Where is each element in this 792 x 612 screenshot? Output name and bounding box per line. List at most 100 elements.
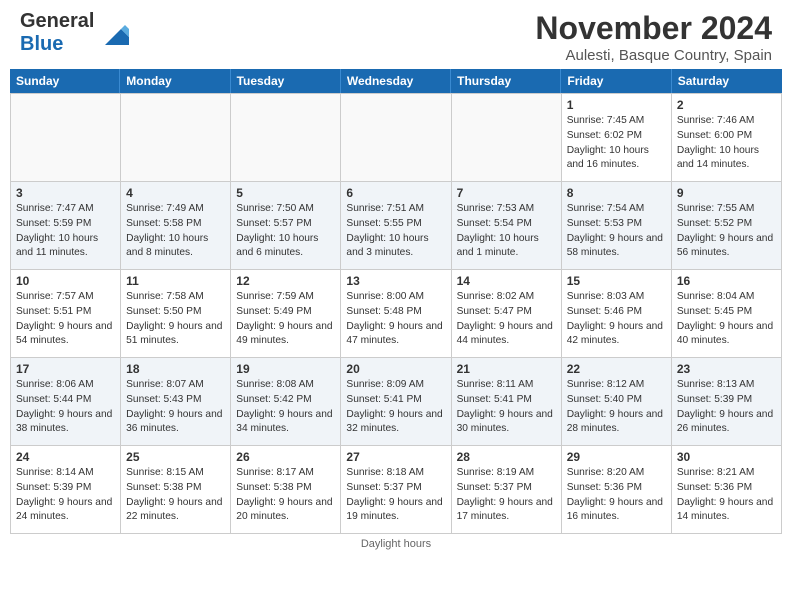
- empty-cell: [452, 94, 562, 182]
- day-cell-29: 29 Sunrise: 8:20 AMSunset: 5:36 PMDaylig…: [562, 446, 672, 534]
- header-sunday: Sunday: [10, 69, 120, 93]
- day-info: Sunrise: 7:49 AMSunset: 5:58 PMDaylight:…: [126, 202, 225, 261]
- day-number: 14: [457, 274, 556, 288]
- logo-blue: Blue: [20, 33, 63, 55]
- day-cell-16: 16 Sunrise: 8:04 AMSunset: 5:45 PMDaylig…: [672, 270, 782, 358]
- day-cell-6: 6 Sunrise: 7:51 AMSunset: 5:55 PMDayligh…: [341, 182, 451, 270]
- day-number: 24: [16, 450, 115, 464]
- empty-cell: [11, 94, 121, 182]
- day-cell-15: 15 Sunrise: 8:03 AMSunset: 5:46 PMDaylig…: [562, 270, 672, 358]
- day-number: 6: [346, 186, 445, 200]
- day-info: Sunrise: 8:11 AMSunset: 5:41 PMDaylight:…: [457, 378, 556, 437]
- empty-cell: [231, 94, 341, 182]
- header-tuesday: Tuesday: [231, 69, 341, 93]
- day-cell-23: 23 Sunrise: 8:13 AMSunset: 5:39 PMDaylig…: [672, 358, 782, 446]
- day-info: Sunrise: 8:19 AMSunset: 5:37 PMDaylight:…: [457, 466, 556, 525]
- day-info: Sunrise: 7:53 AMSunset: 5:54 PMDaylight:…: [457, 202, 556, 261]
- day-cell-17: 17 Sunrise: 8:06 AMSunset: 5:44 PMDaylig…: [11, 358, 121, 446]
- footer: Daylight hours: [0, 538, 792, 550]
- day-cell-21: 21 Sunrise: 8:11 AMSunset: 5:41 PMDaylig…: [452, 358, 562, 446]
- day-info: Sunrise: 8:12 AMSunset: 5:40 PMDaylight:…: [567, 378, 666, 437]
- day-number: 25: [126, 450, 225, 464]
- day-info: Sunrise: 7:58 AMSunset: 5:50 PMDaylight:…: [126, 290, 225, 349]
- day-number: 12: [236, 274, 335, 288]
- day-cell-18: 18 Sunrise: 8:07 AMSunset: 5:43 PMDaylig…: [121, 358, 231, 446]
- day-number: 18: [126, 362, 225, 376]
- calendar-header: Sunday Monday Tuesday Wednesday Thursday…: [10, 69, 782, 93]
- day-info: Sunrise: 7:57 AMSunset: 5:51 PMDaylight:…: [16, 290, 115, 349]
- day-info: Sunrise: 7:46 AMSunset: 6:00 PMDaylight:…: [677, 114, 776, 173]
- day-info: Sunrise: 8:04 AMSunset: 5:45 PMDaylight:…: [677, 290, 776, 349]
- day-info: Sunrise: 8:21 AMSunset: 5:36 PMDaylight:…: [677, 466, 776, 525]
- day-cell-3: 3 Sunrise: 7:47 AMSunset: 5:59 PMDayligh…: [11, 182, 121, 270]
- day-number: 2: [677, 98, 776, 112]
- day-number: 30: [677, 450, 776, 464]
- day-cell-9: 9 Sunrise: 7:55 AMSunset: 5:52 PMDayligh…: [672, 182, 782, 270]
- day-number: 27: [346, 450, 445, 464]
- day-number: 3: [16, 186, 115, 200]
- day-info: Sunrise: 7:54 AMSunset: 5:53 PMDaylight:…: [567, 202, 666, 261]
- day-info: Sunrise: 8:18 AMSunset: 5:37 PMDaylight:…: [346, 466, 445, 525]
- day-info: Sunrise: 8:13 AMSunset: 5:39 PMDaylight:…: [677, 378, 776, 437]
- day-info: Sunrise: 8:02 AMSunset: 5:47 PMDaylight:…: [457, 290, 556, 349]
- day-number: 13: [346, 274, 445, 288]
- day-number: 23: [677, 362, 776, 376]
- logo-general: General: [20, 10, 94, 32]
- day-number: 11: [126, 274, 225, 288]
- week-row-5: 24 Sunrise: 8:14 AMSunset: 5:39 PMDaylig…: [11, 446, 782, 534]
- header-friday: Friday: [561, 69, 671, 93]
- day-number: 21: [457, 362, 556, 376]
- day-info: Sunrise: 7:45 AMSunset: 6:02 PMDaylight:…: [567, 114, 666, 173]
- day-number: 29: [567, 450, 666, 464]
- month-title: November 2024: [535, 10, 772, 47]
- day-cell-12: 12 Sunrise: 7:59 AMSunset: 5:49 PMDaylig…: [231, 270, 341, 358]
- day-cell-10: 10 Sunrise: 7:57 AMSunset: 5:51 PMDaylig…: [11, 270, 121, 358]
- day-info: Sunrise: 7:50 AMSunset: 5:57 PMDaylight:…: [236, 202, 335, 261]
- day-cell-24: 24 Sunrise: 8:14 AMSunset: 5:39 PMDaylig…: [11, 446, 121, 534]
- day-number: 22: [567, 362, 666, 376]
- day-info: Sunrise: 8:03 AMSunset: 5:46 PMDaylight:…: [567, 290, 666, 349]
- day-info: Sunrise: 8:17 AMSunset: 5:38 PMDaylight:…: [236, 466, 335, 525]
- day-info: Sunrise: 8:07 AMSunset: 5:43 PMDaylight:…: [126, 378, 225, 437]
- empty-cell: [341, 94, 451, 182]
- day-info: Sunrise: 7:51 AMSunset: 5:55 PMDaylight:…: [346, 202, 445, 261]
- day-number: 26: [236, 450, 335, 464]
- location: Aulesti, Basque Country, Spain: [535, 47, 772, 64]
- day-info: Sunrise: 8:14 AMSunset: 5:39 PMDaylight:…: [16, 466, 115, 525]
- day-number: 10: [16, 274, 115, 288]
- day-cell-11: 11 Sunrise: 7:58 AMSunset: 5:50 PMDaylig…: [121, 270, 231, 358]
- header-saturday: Saturday: [672, 69, 782, 93]
- day-cell-8: 8 Sunrise: 7:54 AMSunset: 5:53 PMDayligh…: [562, 182, 672, 270]
- day-number: 5: [236, 186, 335, 200]
- logo-icon: [97, 17, 129, 49]
- header-thursday: Thursday: [451, 69, 561, 93]
- day-number: 7: [457, 186, 556, 200]
- day-info: Sunrise: 8:20 AMSunset: 5:36 PMDaylight:…: [567, 466, 666, 525]
- day-number: 9: [677, 186, 776, 200]
- week-row-1: 1 Sunrise: 7:45 AMSunset: 6:02 PMDayligh…: [11, 94, 782, 182]
- day-cell-30: 30 Sunrise: 8:21 AMSunset: 5:36 PMDaylig…: [672, 446, 782, 534]
- day-info: Sunrise: 7:55 AMSunset: 5:52 PMDaylight:…: [677, 202, 776, 261]
- day-cell-5: 5 Sunrise: 7:50 AMSunset: 5:57 PMDayligh…: [231, 182, 341, 270]
- week-row-4: 17 Sunrise: 8:06 AMSunset: 5:44 PMDaylig…: [11, 358, 782, 446]
- day-info: Sunrise: 8:08 AMSunset: 5:42 PMDaylight:…: [236, 378, 335, 437]
- day-number: 8: [567, 186, 666, 200]
- day-info: Sunrise: 8:00 AMSunset: 5:48 PMDaylight:…: [346, 290, 445, 349]
- day-cell-28: 28 Sunrise: 8:19 AMSunset: 5:37 PMDaylig…: [452, 446, 562, 534]
- title-section: November 2024 Aulesti, Basque Country, S…: [535, 10, 772, 64]
- day-cell-22: 22 Sunrise: 8:12 AMSunset: 5:40 PMDaylig…: [562, 358, 672, 446]
- day-number: 20: [346, 362, 445, 376]
- page-container: General Blue November 2024 Aulesti, Basq…: [0, 0, 792, 550]
- day-cell-7: 7 Sunrise: 7:53 AMSunset: 5:54 PMDayligh…: [452, 182, 562, 270]
- day-info: Sunrise: 7:47 AMSunset: 5:59 PMDaylight:…: [16, 202, 115, 261]
- day-cell-25: 25 Sunrise: 8:15 AMSunset: 5:38 PMDaylig…: [121, 446, 231, 534]
- day-number: 28: [457, 450, 556, 464]
- logo: General Blue: [20, 10, 129, 56]
- day-info: Sunrise: 8:09 AMSunset: 5:41 PMDaylight:…: [346, 378, 445, 437]
- day-number: 19: [236, 362, 335, 376]
- header-monday: Monday: [120, 69, 230, 93]
- day-cell-13: 13 Sunrise: 8:00 AMSunset: 5:48 PMDaylig…: [341, 270, 451, 358]
- day-cell-19: 19 Sunrise: 8:08 AMSunset: 5:42 PMDaylig…: [231, 358, 341, 446]
- header: General Blue November 2024 Aulesti, Basq…: [0, 0, 792, 69]
- daylight-label: Daylight hours: [361, 538, 431, 550]
